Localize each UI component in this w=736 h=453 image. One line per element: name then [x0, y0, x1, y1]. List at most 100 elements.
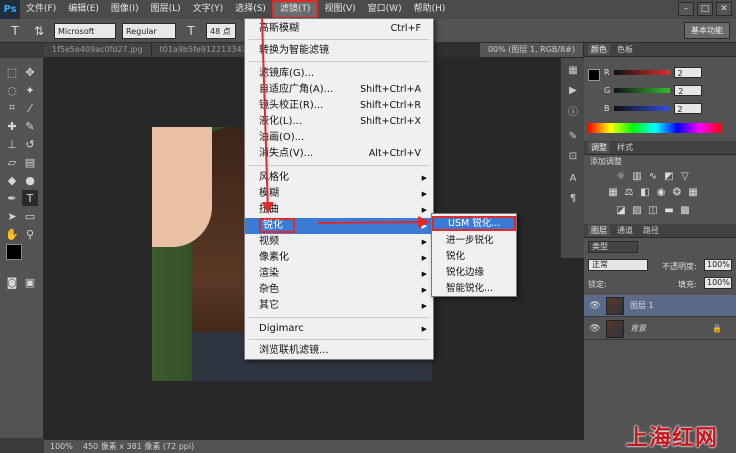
crop-tool-icon[interactable]: ⌗: [4, 100, 20, 116]
menu-item-stylize[interactable]: 风格化 ▶: [245, 170, 433, 186]
slider-b[interactable]: B 2: [604, 102, 702, 114]
layer-name[interactable]: 背景: [630, 323, 646, 334]
menu-edit[interactable]: 编辑(E): [62, 0, 105, 19]
curves-icon[interactable]: ∿: [646, 169, 660, 183]
move-tool-icon[interactable]: ✥: [22, 64, 38, 80]
menu-item-render[interactable]: 渲染 ▶: [245, 266, 433, 282]
slider-g[interactable]: G 2: [604, 84, 703, 96]
menu-item-blur[interactable]: 模糊 ▶: [245, 186, 433, 202]
menu-item-gaussian-blur[interactable]: 高斯模糊 Ctrl+F: [245, 21, 433, 37]
screen-mode-icon[interactable]: ▣: [22, 274, 38, 290]
menu-item-lens-correction[interactable]: 镜头校正(R)... Shift+Ctrl+R: [245, 98, 433, 114]
quick-mask-icon[interactable]: ◙: [4, 274, 20, 290]
brush-tool-icon[interactable]: ✎: [22, 118, 38, 134]
tab-styles[interactable]: 样式: [614, 142, 636, 153]
menu-item-pixelate[interactable]: 像素化 ▶: [245, 250, 433, 266]
menu-item-digimarc[interactable]: Digimarc ▶: [245, 321, 433, 337]
menu-item-vanishing-point[interactable]: 消失点(V)... Alt+Ctrl+V: [245, 146, 433, 162]
info-panel-icon[interactable]: ⓘ: [565, 102, 581, 118]
gradient-map-icon[interactable]: ▬: [662, 203, 676, 217]
slider-r[interactable]: R 2: [604, 66, 702, 78]
value-b[interactable]: 2: [673, 102, 702, 114]
eye-icon[interactable]: 👁: [588, 301, 602, 311]
font-style-select[interactable]: Regular: [122, 22, 176, 39]
menu-item-liquify[interactable]: 液化(L)... Shift+Ctrl+X: [245, 114, 433, 130]
orientation-icon[interactable]: ⇅: [30, 22, 48, 40]
brightness-icon[interactable]: ☼: [614, 169, 628, 183]
tab-swatches[interactable]: 色板: [614, 44, 636, 55]
value-g[interactable]: 2: [674, 84, 703, 96]
paragraph-panel-icon[interactable]: ¶: [565, 190, 581, 206]
menu-file[interactable]: 文件(F): [20, 0, 62, 19]
close-button[interactable]: ✕: [716, 2, 732, 16]
menu-item-sharpen[interactable]: 锐化 ▶: [245, 218, 433, 234]
eye-icon[interactable]: 👁: [588, 324, 602, 334]
tab-doc-1[interactable]: 1f5e5e409ac0fd27.jpg: [44, 43, 152, 57]
character-panel-icon[interactable]: A: [565, 170, 581, 186]
history-panel-icon[interactable]: ▦: [565, 62, 581, 78]
menu-item-noise[interactable]: 杂色 ▶: [245, 282, 433, 298]
fill-input[interactable]: 100%: [704, 277, 732, 289]
tab-channels[interactable]: 通道: [614, 225, 636, 236]
menu-item-browse-online[interactable]: 浏览联机滤镜...: [245, 343, 433, 359]
clone-stamp-icon[interactable]: ⊥: [4, 136, 20, 152]
hue-icon[interactable]: ▦: [606, 185, 620, 199]
vibrance-icon[interactable]: ▽: [678, 169, 692, 183]
menu-item-filter-gallery[interactable]: 滤镜库(G)...: [245, 66, 433, 82]
font-size-select[interactable]: 48 点: [206, 22, 236, 39]
maximize-button[interactable]: □: [697, 2, 713, 16]
workspace-button[interactable]: 基本功能: [684, 22, 730, 39]
selective-color-icon[interactable]: ▩: [678, 203, 692, 217]
posterize-icon[interactable]: ▨: [630, 203, 644, 217]
menu-filter[interactable]: 滤镜(T): [271, 0, 319, 19]
tab-adjustments[interactable]: 调整: [588, 142, 610, 153]
bw-icon[interactable]: ◧: [638, 185, 652, 199]
menu-item-distort[interactable]: 扭曲 ▶: [245, 202, 433, 218]
lasso-tool-icon[interactable]: ◌: [4, 82, 20, 98]
menu-layer[interactable]: 图层(L): [145, 0, 187, 19]
zoom-level[interactable]: 100%: [50, 442, 73, 451]
actions-panel-icon[interactable]: ▶: [565, 82, 581, 98]
balance-icon[interactable]: ⚖: [622, 185, 636, 199]
tab-color[interactable]: 颜色: [588, 44, 610, 55]
color-fg-swatch[interactable]: [588, 69, 600, 81]
gradient-tool-icon[interactable]: ▤: [22, 154, 38, 170]
blur-tool-icon[interactable]: ◆: [4, 172, 20, 188]
minimize-button[interactable]: –: [678, 2, 694, 16]
menu-view[interactable]: 视图(V): [318, 0, 361, 19]
healing-brush-icon[interactable]: ✚: [4, 118, 20, 134]
foreground-color-swatch[interactable]: [6, 244, 22, 260]
channel-mixer-icon[interactable]: ❂: [670, 185, 684, 199]
hand-tool-icon[interactable]: ✋: [4, 226, 20, 242]
menu-item-sharpen-more[interactable]: 进一步锐化: [432, 233, 516, 248]
tab-doc-3[interactable]: 00% (图层 1, RGB/8#): [479, 43, 584, 57]
threshold-icon[interactable]: ◫: [646, 203, 660, 217]
layer-kind-filter[interactable]: 类型: [588, 241, 638, 253]
menu-item-unsharp-mask[interactable]: USM 锐化...: [432, 216, 516, 231]
layer-row[interactable]: 👁 图层 1: [584, 295, 736, 317]
path-selection-icon[interactable]: ➤: [4, 208, 20, 224]
menu-item-smart-filter[interactable]: 转换为智能滤镜: [245, 43, 433, 59]
layer-name[interactable]: 图层 1: [630, 300, 654, 311]
marquee-tool-icon[interactable]: ⬚: [4, 64, 20, 80]
eraser-tool-icon[interactable]: ▱: [4, 154, 20, 170]
menu-image[interactable]: 图像(I): [105, 0, 145, 19]
opacity-input[interactable]: 100%: [704, 259, 732, 271]
invert-icon[interactable]: ◪: [614, 203, 628, 217]
menu-select[interactable]: 选择(S): [229, 0, 272, 19]
menu-item-other[interactable]: 其它 ▶: [245, 298, 433, 314]
menu-item-sharpen-edges[interactable]: 锐化边缘: [432, 265, 516, 280]
menu-item-smart-sharpen[interactable]: 智能锐化...: [432, 281, 516, 296]
type-tool-icon[interactable]: T: [22, 190, 38, 206]
menu-item-video[interactable]: 视频 ▶: [245, 234, 433, 250]
brush-panel-icon[interactable]: ✎: [565, 128, 581, 144]
dodge-tool-icon[interactable]: ●: [22, 172, 38, 188]
blend-mode-select[interactable]: 正常: [588, 259, 648, 271]
magic-wand-icon[interactable]: ✦: [22, 82, 38, 98]
menu-item-sharpen-basic[interactable]: 锐化: [432, 249, 516, 264]
pen-tool-icon[interactable]: ✒: [4, 190, 20, 206]
exposure-icon[interactable]: ◩: [662, 169, 676, 183]
slider-r-track[interactable]: [613, 69, 670, 75]
value-r[interactable]: 2: [673, 66, 702, 78]
layer-row[interactable]: 👁 背景 🔒: [584, 318, 736, 340]
